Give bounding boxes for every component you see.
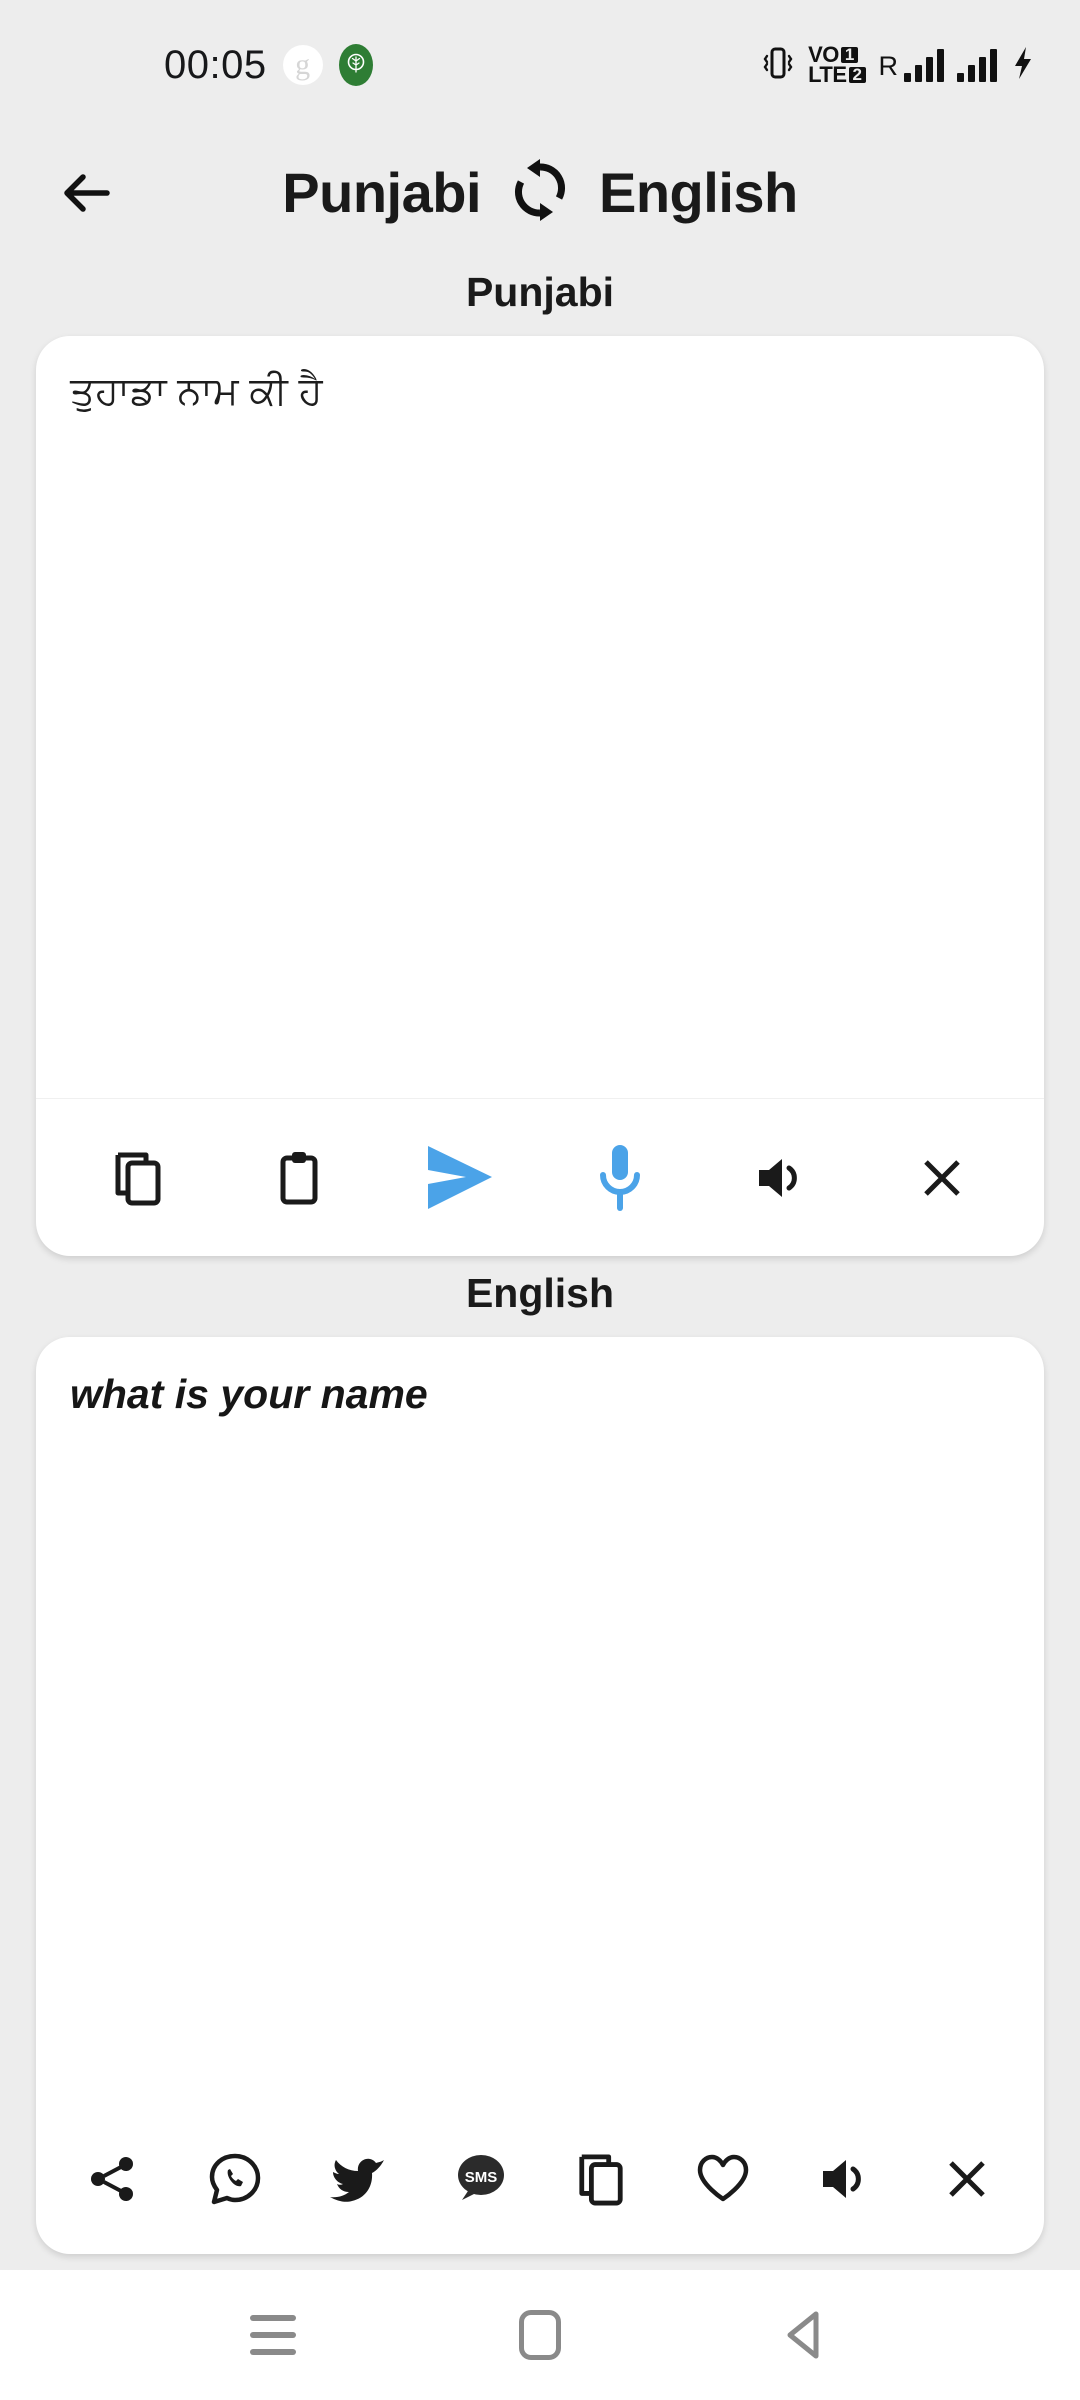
swap-languages-icon <box>514 159 566 221</box>
status-bar-left: 00:05 g <box>164 43 373 88</box>
target-clear-button[interactable] <box>924 2136 1010 2222</box>
home-button[interactable] <box>492 2287 588 2383</box>
google-g-icon: g <box>282 45 323 85</box>
microphone-icon <box>600 1144 641 1211</box>
speaker-icon <box>823 2160 861 2198</box>
card-bottom-gap <box>0 2254 1080 2270</box>
target-text-area[interactable]: what is your name <box>36 1337 1044 2104</box>
share-icon <box>91 2157 133 2201</box>
recents-button[interactable] <box>225 2287 321 2383</box>
share-button[interactable] <box>70 2136 156 2222</box>
source-language-title[interactable]: Punjabi <box>282 160 481 225</box>
source-clear-button[interactable] <box>894 1130 990 1226</box>
signal-bar-4 <box>937 48 944 82</box>
back-button[interactable] <box>40 147 132 239</box>
roaming-letter: R <box>878 50 899 81</box>
clipboard-icon <box>280 1151 318 1204</box>
twitter-icon <box>330 2158 384 2202</box>
signal2-bar-4 <box>990 48 997 82</box>
roaming-signal-icon: R <box>878 48 944 82</box>
sms-label: SMS <box>465 2169 498 2186</box>
target-section-label: English <box>465 1270 615 1316</box>
swap-languages-button[interactable] <box>511 157 569 228</box>
close-icon <box>949 2161 985 2197</box>
translate-button[interactable] <box>412 1130 508 1226</box>
voice-input-button[interactable] <box>572 1130 668 1226</box>
source-speak-button[interactable] <box>733 1130 829 1226</box>
status-bar-clock: 00:05 <box>164 42 267 87</box>
source-text[interactable]: ਤੁਹਾਡਾ ਨਾਮ ਕੀ ਹੈ <box>70 366 1010 419</box>
phone-screen: 00:05 g VO 1 LTE 2 R Punjabi English Pun… <box>0 0 1080 2400</box>
volte-sim2-badge: 2 <box>848 66 866 83</box>
target-language-title[interactable]: English <box>599 160 798 225</box>
arrow-left-icon <box>64 173 110 212</box>
heart-icon <box>697 2154 749 2202</box>
signal-bar-2 <box>915 64 922 82</box>
source-text-area[interactable]: ਤੁਹਾਡਾ ਨਾਮ ਕੀ ਹੈ <box>36 336 1044 1098</box>
copy-icon <box>115 1152 161 1205</box>
signal-bar-3 <box>926 56 933 82</box>
sms-icon: SMS <box>458 2155 504 2200</box>
target-copy-button[interactable] <box>558 2136 644 2222</box>
send-icon <box>427 1145 492 1209</box>
system-navigation-bar <box>0 2270 1080 2400</box>
source-card: ਤੁਹਾਡਾ ਨਾਮ ਕੀ ਹੈ <box>36 336 1044 1256</box>
charging-bolt-icon <box>1010 43 1036 88</box>
favorite-button[interactable] <box>680 2136 766 2222</box>
system-back-button[interactable] <box>759 2287 855 2383</box>
home-square-icon <box>518 2310 561 2360</box>
twitter-button[interactable] <box>314 2136 400 2222</box>
whatsapp-button[interactable] <box>192 2136 278 2222</box>
signal2-bar-3 <box>979 56 986 82</box>
app-header: Punjabi English <box>0 130 1080 255</box>
copy-icon <box>579 2154 623 2206</box>
whatsapp-icon <box>209 2153 261 2205</box>
volte-sim1-badge: 1 <box>840 46 858 63</box>
language-pair: Punjabi English <box>132 157 948 228</box>
signal-icon <box>957 48 997 82</box>
menu-lines-icon <box>250 2315 297 2355</box>
target-speak-button[interactable] <box>802 2136 888 2222</box>
target-card: what is your name SMS <box>36 1337 1044 2254</box>
volte-label-bottom: LTE <box>808 62 847 87</box>
status-bar: 00:05 g VO 1 LTE 2 R <box>0 0 1080 130</box>
back-triangle-icon <box>787 2311 819 2359</box>
source-section-label: Punjabi <box>465 269 615 315</box>
source-copy-button[interactable] <box>90 1130 186 1226</box>
signal-bar-1 <box>904 72 911 82</box>
close-icon <box>923 1159 960 1196</box>
signal2-bar-1 <box>957 72 964 82</box>
vibrate-icon <box>761 43 795 88</box>
source-toolbar <box>36 1098 1044 1256</box>
volte-icon: VO 1 LTE 2 <box>808 43 866 87</box>
status-bar-right: VO 1 LTE 2 R <box>761 43 1036 88</box>
paste-button[interactable] <box>251 1130 347 1226</box>
tree-app-icon <box>338 44 373 86</box>
target-toolbar: SMS <box>36 2104 1044 2254</box>
signal2-bar-2 <box>968 64 975 82</box>
translated-text: what is your name <box>70 1371 428 1417</box>
speaker-icon <box>758 1158 797 1197</box>
sms-button[interactable]: SMS <box>436 2136 522 2222</box>
